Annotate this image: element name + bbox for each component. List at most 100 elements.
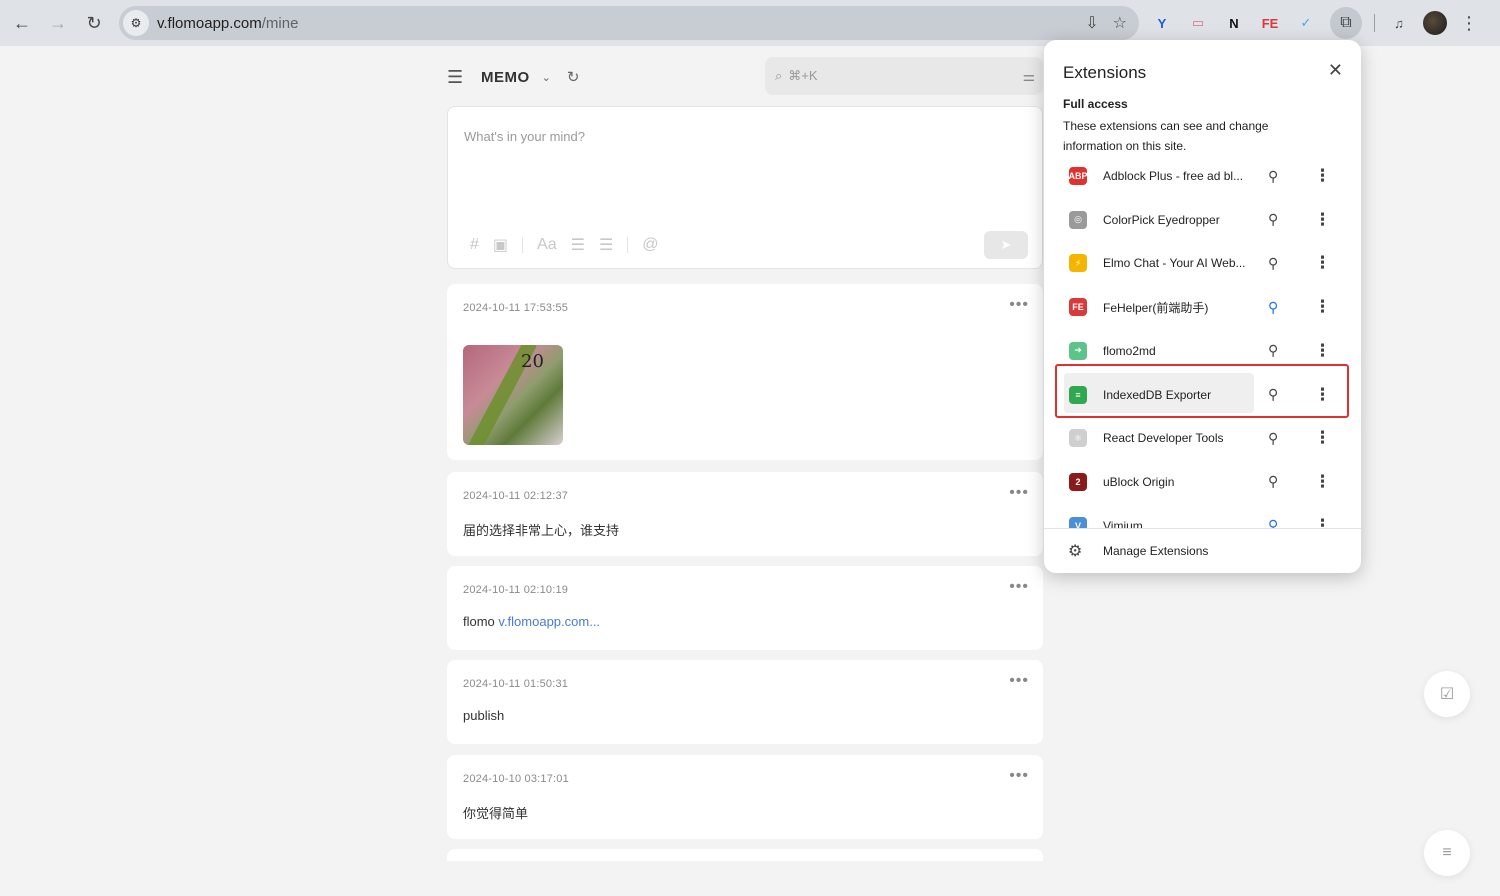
memo-timestamp: 2024-10-11 02:12:37 xyxy=(463,490,569,502)
extension-item[interactable]: ABP Adblock Plus - free ad bl... ⚲ ⋮ xyxy=(1044,154,1361,198)
filter-icon[interactable]: ⚌ xyxy=(1022,68,1035,85)
tool-divider xyxy=(522,237,524,253)
reload-icon: ↻ xyxy=(86,12,102,33)
editor-toolbar: # ▣ Aa ☰ ☰ @ xyxy=(470,235,659,255)
extension-y-icon[interactable]: Y xyxy=(1150,11,1174,35)
more-options-icon[interactable]: ⋮ xyxy=(1314,516,1331,528)
memo-title[interactable]: MEMO xyxy=(481,69,530,86)
reload-button[interactable]: ↻ xyxy=(76,5,112,41)
bookmark-star-icon[interactable]: ☆ xyxy=(1113,13,1127,33)
more-options-icon[interactable]: ⋮ xyxy=(1314,210,1331,230)
extension-logo-icon: FE xyxy=(1069,298,1087,317)
extension-logo-icon: 2 xyxy=(1069,472,1087,491)
send-icon: ➤ xyxy=(1000,237,1012,252)
memo-link[interactable]: v.flomoapp.com... xyxy=(498,614,600,629)
hashtag-icon[interactable]: # xyxy=(470,236,479,254)
more-options-icon[interactable]: ••• xyxy=(1009,578,1029,596)
extension-item[interactable]: ⚛ React Developer Tools ⚲ ⋮ xyxy=(1044,416,1361,460)
more-options-icon[interactable]: ••• xyxy=(1009,296,1029,314)
memo-image[interactable]: 20 xyxy=(463,345,563,445)
image-icon[interactable]: ▣ xyxy=(493,235,508,255)
manage-extensions-button[interactable]: ⚙ Manage Extensions xyxy=(1044,536,1361,566)
extension-item[interactable]: ⚡ Elmo Chat - Your AI Web... ⚲ ⋮ xyxy=(1044,241,1361,285)
extension-name: uBlock Origin xyxy=(1103,474,1175,489)
extension-item[interactable]: 2 uBlock Origin ⚲ ⋮ xyxy=(1044,460,1361,504)
memo-card[interactable] xyxy=(447,849,1043,861)
memo-editor[interactable]: What's in your mind? # ▣ Aa ☰ ☰ @ ➤ xyxy=(447,106,1043,269)
image-text: 20 xyxy=(521,351,544,372)
more-options-icon[interactable]: ⋮ xyxy=(1314,472,1331,492)
extension-logo-icon: ◎ xyxy=(1069,210,1087,229)
memo-card[interactable]: 2024-10-10 03:17:01 ••• 你觉得简单 xyxy=(447,755,1043,839)
pin-icon[interactable]: ⚲ xyxy=(1268,255,1278,272)
extension-name: ColorPick Eyedropper xyxy=(1103,212,1220,227)
extension-logo-icon: ⚛ xyxy=(1069,429,1087,448)
text-format-icon[interactable]: Aa xyxy=(537,236,557,254)
pinned-icon[interactable]: ⚲ xyxy=(1268,299,1278,316)
more-options-icon[interactable]: ⋮ xyxy=(1314,253,1331,273)
numbered-list-icon[interactable]: ☰ xyxy=(599,235,613,255)
extension-name: React Developer Tools xyxy=(1103,431,1224,446)
extensions-puzzle-button[interactable]: ⧉ xyxy=(1330,7,1362,39)
extension-item[interactable]: FE FeHelper(前端助手) ⚲ ⋮ xyxy=(1044,285,1361,329)
bullet-list-icon[interactable]: ☰ xyxy=(571,235,585,255)
browser-menu-icon[interactable]: ⋮ xyxy=(1459,13,1479,34)
menu-fab-button[interactable]: ≡ xyxy=(1424,830,1470,876)
mention-icon[interactable]: @ xyxy=(642,236,658,254)
memo-header: ☰ MEMO ⌄ ↻ xyxy=(447,62,579,92)
check-extension-icon[interactable]: ✓ xyxy=(1294,11,1318,35)
extensions-popup: Extensions ✕ Full access These extension… xyxy=(1044,40,1361,573)
extension-item[interactable]: V Vimium ⚲ ⋮ xyxy=(1044,504,1361,528)
more-options-icon[interactable]: ⋮ xyxy=(1314,341,1331,361)
popup-divider xyxy=(1044,528,1361,529)
extension-box-icon[interactable]: ▭ xyxy=(1186,11,1210,35)
pin-icon[interactable]: ⚲ xyxy=(1268,342,1278,359)
url-text[interactable]: v.flomoapp.com/mine xyxy=(157,15,298,32)
fehelper-icon[interactable]: FE xyxy=(1258,11,1282,35)
todo-fab-button[interactable]: ☑ xyxy=(1424,671,1470,717)
forward-button[interactable]: → xyxy=(40,5,76,41)
url-path: /mine xyxy=(261,14,299,32)
pin-icon[interactable]: ⚲ xyxy=(1268,473,1278,490)
more-options-icon[interactable]: ⋮ xyxy=(1314,297,1331,317)
more-options-icon[interactable]: ⋮ xyxy=(1314,428,1331,448)
memo-timestamp: 2024-10-10 03:17:01 xyxy=(463,773,569,785)
checkbox-icon: ☑ xyxy=(1439,686,1455,703)
memo-card[interactable]: 2024-10-11 02:12:37 ••• 届的选择非常上心，谁支持 xyxy=(447,472,1043,556)
profile-avatar[interactable] xyxy=(1423,11,1447,35)
more-options-icon[interactable]: ⋮ xyxy=(1314,166,1331,186)
address-bar[interactable]: ⚙ v.flomoapp.com/mine ⇩ ☆ xyxy=(119,6,1139,40)
memo-card[interactable]: 2024-10-11 01:50:31 ••• publish xyxy=(447,660,1043,744)
extension-name: Elmo Chat - Your AI Web... xyxy=(1103,256,1246,271)
pin-icon[interactable]: ⚲ xyxy=(1268,168,1278,185)
install-app-icon[interactable]: ⇩ xyxy=(1085,13,1098,33)
extension-name: Adblock Plus - free ad bl... xyxy=(1103,169,1244,183)
extension-name: FeHelper(前端助手) xyxy=(1103,300,1209,315)
memo-text: flomo v.flomoapp.com... xyxy=(463,614,600,629)
extension-logo-icon: ➜ xyxy=(1069,341,1087,360)
refresh-icon[interactable]: ↻ xyxy=(567,68,580,86)
memo-card[interactable]: 2024-10-11 17:53:55 ••• 20 xyxy=(447,284,1043,460)
extension-list: ABP Adblock Plus - free ad bl... ⚲ ⋮ ◎ ColorP… xyxy=(1044,154,1361,528)
more-options-icon[interactable]: ••• xyxy=(1009,484,1029,502)
media-control-icon[interactable]: ♫ xyxy=(1387,11,1411,35)
memo-text: 你觉得简单 xyxy=(463,806,529,821)
close-icon[interactable]: ✕ xyxy=(1328,60,1343,81)
search-input[interactable]: ⌕ ⌘+K ⚌ xyxy=(765,57,1043,95)
popup-title: Extensions xyxy=(1063,63,1147,82)
site-info-icon[interactable]: ⚙ xyxy=(123,10,149,36)
back-button[interactable]: ← xyxy=(4,5,40,41)
memo-card[interactable]: 2024-10-11 02:10:19 ••• flomo v.flomoapp… xyxy=(447,566,1043,650)
pinned-icon[interactable]: ⚲ xyxy=(1268,517,1278,528)
extension-item[interactable]: ◎ ColorPick Eyedropper ⚲ ⋮ xyxy=(1044,198,1361,242)
editor-placeholder: What's in your mind? xyxy=(464,129,585,144)
pin-icon[interactable]: ⚲ xyxy=(1268,430,1278,447)
pin-icon[interactable]: ⚲ xyxy=(1268,211,1278,228)
section-title: Full access xyxy=(1063,97,1128,111)
more-options-icon[interactable]: ••• xyxy=(1009,767,1029,785)
hamburger-menu-icon[interactable]: ☰ xyxy=(447,67,471,88)
chevron-down-icon[interactable]: ⌄ xyxy=(542,71,551,84)
notion-icon[interactable]: N xyxy=(1222,11,1246,35)
send-button[interactable]: ➤ xyxy=(984,231,1028,259)
more-options-icon[interactable]: ••• xyxy=(1009,672,1029,690)
